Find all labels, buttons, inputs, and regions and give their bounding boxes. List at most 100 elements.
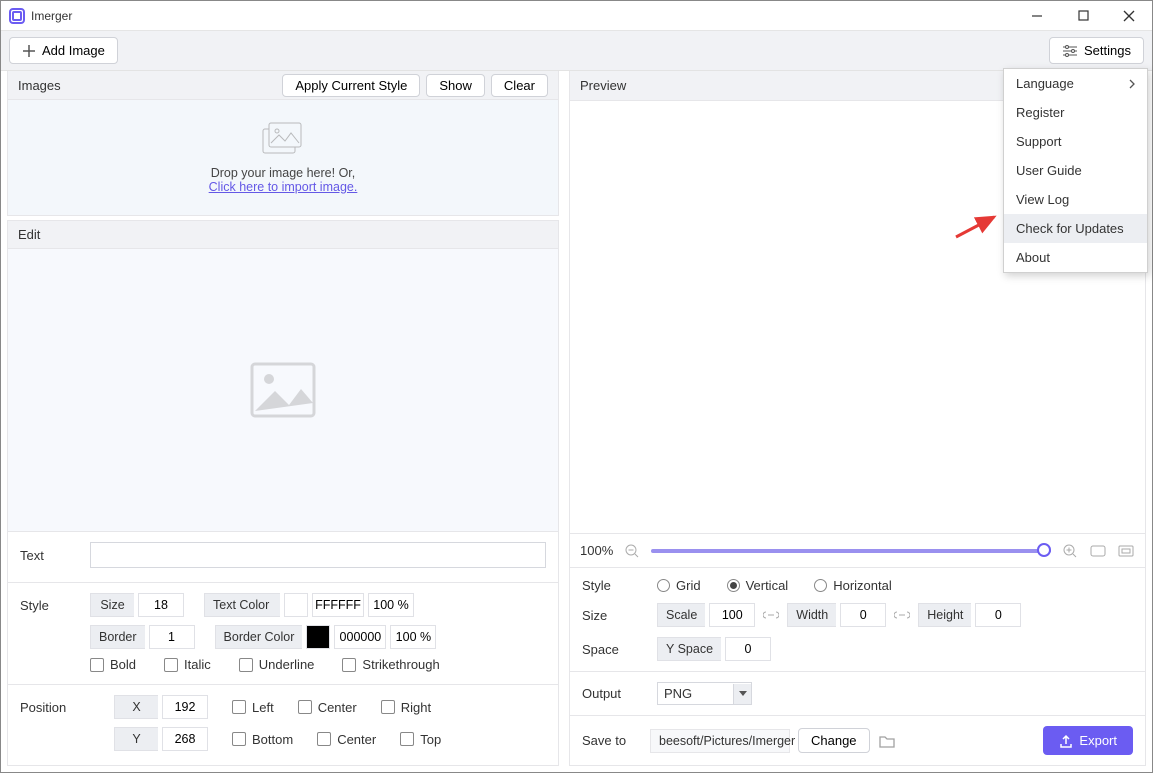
save-path: beesoft/Pictures/Imerger: [650, 729, 790, 753]
edit-panel-title: Edit: [18, 227, 40, 242]
show-button[interactable]: Show: [426, 74, 485, 97]
preview-size-label: Size: [582, 608, 657, 623]
position-label: Position: [20, 700, 90, 715]
align-center-x-checkbox[interactable]: Center: [298, 700, 357, 715]
output-format-select[interactable]: PNG: [657, 682, 752, 705]
chevron-right-icon: [1129, 79, 1135, 89]
app-title: Imerger: [31, 9, 72, 23]
align-bottom-checkbox[interactable]: Bottom: [232, 732, 293, 747]
main-toolbar: Add Image Settings: [1, 31, 1152, 71]
export-button[interactable]: Export: [1043, 726, 1133, 755]
close-button[interactable]: [1106, 1, 1152, 31]
size-input[interactable]: [138, 593, 184, 617]
width-input[interactable]: [840, 603, 886, 627]
edit-canvas: [7, 249, 559, 532]
scale-input[interactable]: [709, 603, 755, 627]
style-section: Style Size Text Color Border: [7, 583, 559, 685]
underline-checkbox[interactable]: Underline: [239, 657, 315, 672]
border-color-opacity-input[interactable]: [390, 625, 436, 649]
preview-title: Preview: [580, 78, 626, 93]
text-color-opacity-input[interactable]: [368, 593, 414, 617]
border-field-label: Border: [90, 625, 145, 649]
size-field-label: Size: [90, 593, 134, 617]
border-input[interactable]: [149, 625, 195, 649]
menu-check-updates[interactable]: Check for Updates: [1004, 214, 1147, 243]
preview-style-section: Style Grid Vertical Horizontal Size Scal…: [569, 568, 1146, 672]
apply-style-button[interactable]: Apply Current Style: [282, 74, 420, 97]
text-color-swatch[interactable]: [284, 593, 308, 617]
zoom-out-icon[interactable]: [623, 542, 641, 560]
border-color-label: Border Color: [215, 625, 303, 649]
save-section: Save to beesoft/Pictures/Imerger Change …: [569, 716, 1146, 766]
link-icon-2[interactable]: [892, 610, 912, 620]
add-image-button[interactable]: Add Image: [9, 37, 118, 64]
scale-label: Scale: [657, 603, 705, 627]
yspace-label: Y Space: [657, 637, 721, 661]
menu-register[interactable]: Register: [1004, 98, 1147, 127]
text-section: Text: [7, 532, 559, 583]
settings-button[interactable]: Settings: [1049, 37, 1144, 64]
app-window: Imerger Add Image Settings Images Apply …: [0, 0, 1153, 773]
text-label: Text: [20, 548, 90, 563]
actual-size-icon[interactable]: [1117, 542, 1135, 560]
zoom-slider[interactable]: [651, 549, 1051, 553]
menu-user-guide[interactable]: User Guide: [1004, 156, 1147, 185]
horizontal-radio[interactable]: Horizontal: [814, 578, 892, 593]
width-label: Width: [787, 603, 836, 627]
y-label: Y: [114, 727, 158, 751]
clear-button[interactable]: Clear: [491, 74, 548, 97]
output-label: Output: [582, 686, 657, 701]
text-color-label: Text Color: [204, 593, 280, 617]
strikethrough-checkbox[interactable]: Strikethrough: [342, 657, 439, 672]
menu-language[interactable]: Language: [1004, 69, 1147, 98]
yspace-input[interactable]: [725, 637, 771, 661]
export-icon: [1059, 734, 1073, 748]
grid-radio[interactable]: Grid: [657, 578, 701, 593]
change-path-button[interactable]: Change: [798, 728, 870, 753]
align-left-checkbox[interactable]: Left: [232, 700, 274, 715]
menu-about[interactable]: About: [1004, 243, 1147, 272]
border-color-input[interactable]: [334, 625, 386, 649]
output-section: Output PNG: [569, 672, 1146, 716]
fit-width-icon[interactable]: [1089, 542, 1107, 560]
settings-menu: Language Register Support User Guide Vie…: [1003, 68, 1148, 273]
titlebar: Imerger: [1, 1, 1152, 31]
menu-support[interactable]: Support: [1004, 127, 1147, 156]
edit-panel-header: Edit: [7, 220, 559, 249]
save-to-label: Save to: [582, 733, 642, 748]
minimize-button[interactable]: [1014, 1, 1060, 31]
preview-style-label: Style: [582, 578, 657, 593]
vertical-radio[interactable]: Vertical: [727, 578, 789, 593]
folder-icon[interactable]: [878, 732, 896, 750]
image-placeholder-icon: [249, 361, 317, 419]
bold-checkbox[interactable]: Bold: [90, 657, 136, 672]
link-icon-1[interactable]: [761, 610, 781, 620]
border-color-swatch[interactable]: [306, 625, 330, 649]
images-panel-header: Images Apply Current Style Show Clear: [7, 71, 559, 100]
maximize-button[interactable]: [1060, 1, 1106, 31]
position-section: Position X Left Center Right Y Bottom: [7, 685, 559, 766]
style-label: Style: [20, 598, 90, 613]
menu-view-log[interactable]: View Log: [1004, 185, 1147, 214]
plus-icon: [22, 44, 36, 58]
text-input[interactable]: [90, 542, 546, 568]
chevron-down-icon: [733, 684, 751, 704]
zoom-value: 100%: [580, 543, 613, 558]
height-label: Height: [918, 603, 971, 627]
images-panel-title: Images: [18, 78, 61, 93]
left-column: Images Apply Current Style Show Clear Dr…: [7, 71, 559, 766]
images-drop-area[interactable]: Drop your image here! Or, Click here to …: [7, 100, 559, 215]
images-placeholder-icon: [261, 121, 305, 158]
align-right-checkbox[interactable]: Right: [381, 700, 431, 715]
height-input[interactable]: [975, 603, 1021, 627]
zoom-in-icon[interactable]: [1061, 542, 1079, 560]
y-input[interactable]: [162, 727, 208, 751]
text-color-input[interactable]: [312, 593, 364, 617]
main-area: Images Apply Current Style Show Clear Dr…: [1, 71, 1152, 772]
align-top-checkbox[interactable]: Top: [400, 732, 441, 747]
import-link[interactable]: Click here to import image.: [209, 180, 358, 194]
align-center-y-checkbox[interactable]: Center: [317, 732, 376, 747]
italic-checkbox[interactable]: Italic: [164, 657, 211, 672]
x-input[interactable]: [162, 695, 208, 719]
preview-space-label: Space: [582, 642, 657, 657]
